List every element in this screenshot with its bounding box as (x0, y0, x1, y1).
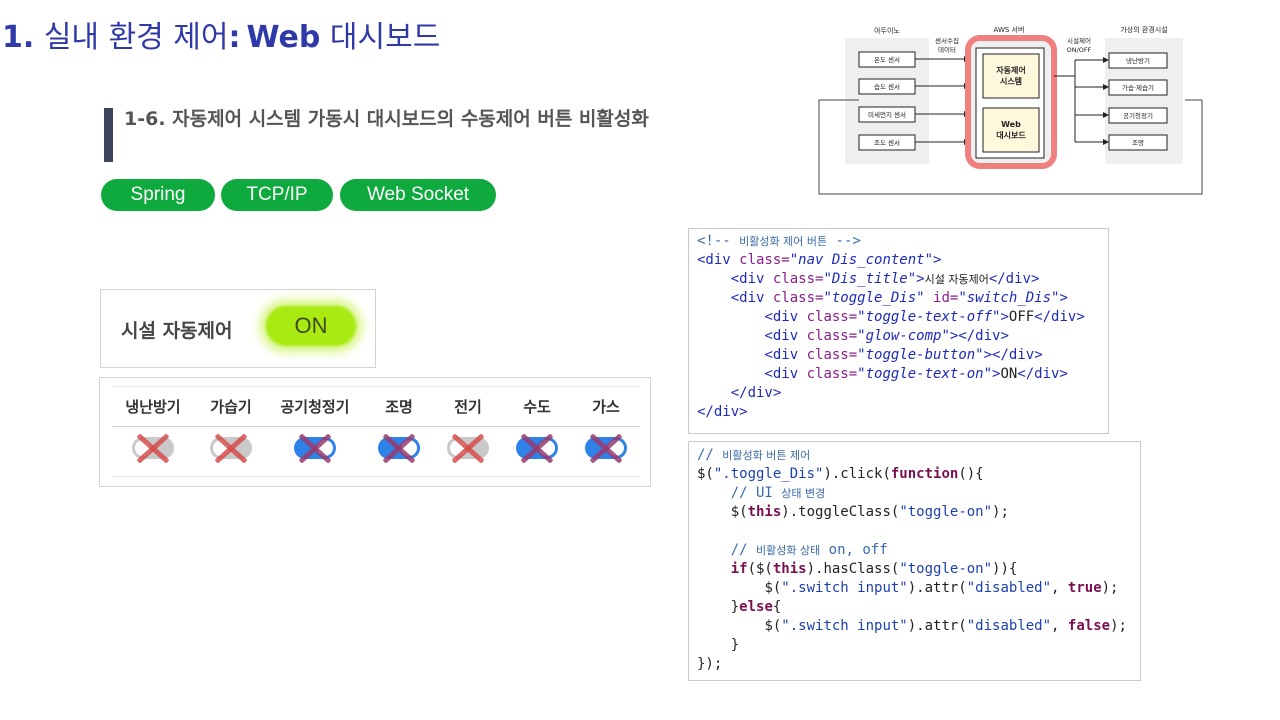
sensor-label: 습도 센서 (874, 82, 900, 91)
page-title: 1. 실내 환경 제어: Web 대시보드 (2, 20, 441, 55)
device-switch-gas[interactable] (585, 433, 627, 464)
auto-control-label: 시설 자동제어 (121, 320, 233, 342)
device-switch-light[interactable] (378, 433, 420, 464)
code-line: <!-- 비활성화 제어 버튼 --> (697, 233, 861, 249)
auto-system-label: 시스템 (1000, 76, 1022, 86)
code-line: <div class="toggle-button"></div> (764, 347, 1043, 363)
auto-system-label: 자동제어 (996, 65, 1025, 75)
sensor-label: 미세먼지 센서 (868, 110, 906, 119)
code-line: <div class="toggle-text-off">OFF</div> (764, 309, 1085, 325)
facility-label: 조명 (1132, 138, 1144, 147)
code-line: </div> (697, 404, 748, 420)
architecture-diagram: 아두이노 AWS 서버 가상의 환경시설 센서수집 데이터 시설제어 ON/OF… (818, 25, 1203, 195)
tag-spring: Spring (101, 179, 215, 211)
code-line: <div class="toggle-text-on">ON</div> (764, 366, 1068, 382)
device-switch-heater[interactable] (132, 433, 174, 464)
divider (112, 386, 640, 387)
tag-tcp-ip: TCP/IP (221, 179, 333, 211)
code-line: }else{ (730, 599, 782, 615)
code-line: // 비활성화 버튼 제어 (697, 447, 811, 463)
web-dashboard-label: Web (1001, 120, 1021, 129)
code-line: } (730, 637, 740, 653)
code-line: if($(this).hasClass("toggle-on")){ (730, 561, 1018, 577)
facility-header: 가상의 환경시설 (1120, 25, 1167, 34)
device-label-gas: 가스 (592, 398, 620, 416)
sensor-label: 온도 센서 (874, 55, 900, 64)
sensor-collect-label: 데이터 (938, 45, 956, 54)
arduino-header: 아두이노 (874, 26, 900, 35)
code-line: $(this).toggleClass("toggle-on"); (730, 504, 1009, 520)
html-code-panel: <!-- 비활성화 제어 버튼 --> <div class="nav Dis_… (688, 228, 1109, 434)
tag-web-socket: Web Socket (340, 179, 496, 211)
device-label-air-purifier: 공기청정기 (280, 398, 350, 416)
facility-control-label: 시설제어 (1067, 36, 1091, 45)
aws-header: AWS 서버 (994, 25, 1025, 34)
section-subtitle: 1-6. 자동제어 시스템 가동시 대시보드의 수동제어 버튼 비활성화 (124, 108, 649, 130)
facility-label: 공기청정기 (1123, 111, 1153, 120)
sensor-label: 조도 센서 (874, 138, 900, 147)
subtitle-accent-bar (104, 108, 113, 162)
code-line: }); (697, 656, 723, 672)
code-line: // UI 상태 변경 (730, 485, 826, 501)
toggle-state-text: ON (294, 313, 328, 338)
auto-system-box (982, 53, 1040, 99)
code-line: $(".toggle_Dis").click(function(){ (697, 466, 984, 482)
code-line: $(".switch input").attr("disabled", true… (764, 580, 1119, 596)
device-switch-panel: 냉난방기 가습기 공기청정기 조명 전기 수도 가스 (99, 377, 651, 487)
divider (112, 426, 640, 427)
js-code-panel: // 비활성화 버튼 제어 $(".toggle_Dis").click(fun… (688, 441, 1141, 681)
device-label-heater: 냉난방기 (125, 398, 181, 416)
web-dashboard-box (982, 107, 1040, 153)
facility-label: 가습·제습기 (1122, 83, 1154, 92)
auto-control-toggle[interactable]: ON (265, 305, 357, 347)
device-switch-air-purifier[interactable] (294, 433, 336, 464)
code-line: <div class="Dis_title">시설 자동제어</div> (730, 271, 1040, 287)
code-line: <div class="nav Dis_content"> (697, 252, 942, 268)
code-line: <div class="glow-comp"></div> (764, 328, 1009, 344)
code-line: // 비활성화 상태 on, off (730, 542, 888, 558)
device-switch-humidifier[interactable] (210, 433, 252, 464)
divider (112, 476, 640, 477)
auto-control-panel: 시설 자동제어 ON (100, 289, 376, 368)
device-switch-electric[interactable] (447, 433, 489, 464)
device-switch-water[interactable] (516, 433, 558, 464)
web-dashboard-label: 대시보드 (996, 130, 1026, 140)
facility-label: 냉난방기 (1126, 56, 1150, 65)
code-line: <div class="toggle_Dis" id="switch_Dis"> (730, 290, 1068, 306)
facility-control-label: ON/OFF (1067, 46, 1092, 54)
sensor-collect-label: 센서수집 (935, 36, 959, 45)
device-label-humidifier: 가습기 (210, 398, 252, 416)
code-line: $(".switch input").attr("disabled", fals… (764, 618, 1127, 634)
code-line: </div> (730, 385, 782, 401)
